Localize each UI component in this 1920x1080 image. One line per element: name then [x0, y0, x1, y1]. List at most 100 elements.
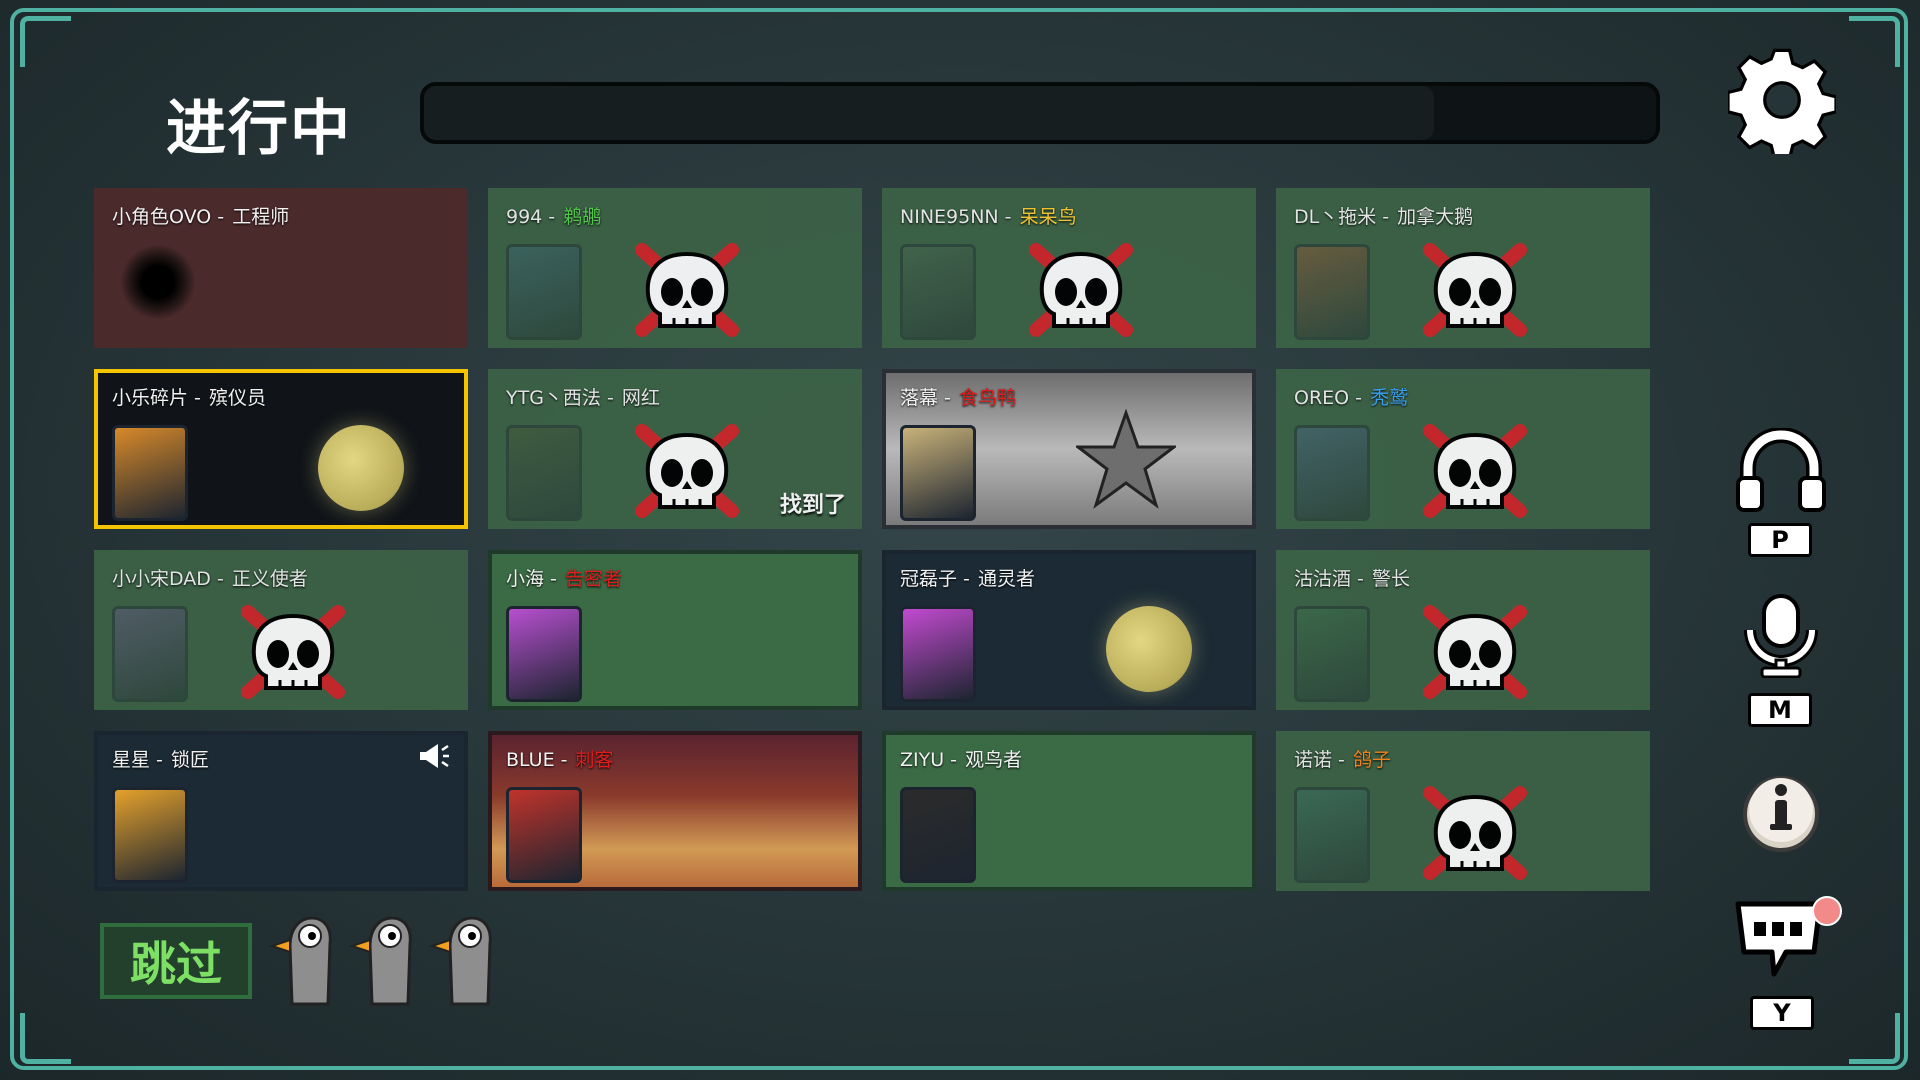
player-name: YTG丶西法 — [506, 387, 601, 409]
player-name-line: ZIYU - 观鸟者 — [900, 745, 1022, 772]
player-name: 小角色OVO — [112, 206, 212, 228]
player-name-line: 994 - 鹈鹕 — [506, 202, 601, 229]
player-card[interactable]: 星星 - 锁匠 — [94, 731, 468, 891]
player-avatar — [1294, 787, 1370, 883]
player-name-line: 诺诺 - 鸽子 — [1294, 745, 1391, 772]
player-avatar — [506, 425, 582, 521]
name-separator: - — [554, 749, 574, 771]
headphones-icon[interactable] — [1736, 428, 1826, 512]
player-name: 994 — [506, 206, 543, 228]
chat-key: Y — [1750, 996, 1814, 1030]
frame-corner — [20, 1013, 71, 1064]
player-name-line: 小海 - 告密者 — [506, 564, 622, 591]
dead-skull-icon — [635, 243, 739, 337]
player-avatar — [506, 787, 582, 883]
player-name-line: DL丶拖米 - 加拿大鹅 — [1294, 202, 1473, 229]
player-role: 告密者 — [564, 568, 622, 590]
dead-skull-icon — [635, 424, 739, 518]
star-icon — [1076, 409, 1176, 509]
player-role: 观鸟者 — [965, 749, 1023, 771]
microphone-icon[interactable] — [1738, 594, 1824, 678]
player-role: 加拿大鹅 — [1397, 206, 1474, 228]
phase-title: 进行中 — [166, 94, 352, 164]
voting-timer-fill — [424, 86, 1435, 140]
player-card[interactable]: BLUE - 刺客 — [488, 731, 862, 891]
player-avatar — [1294, 606, 1370, 702]
player-name-line: 星星 - 锁匠 — [112, 745, 209, 772]
player-card[interactable]: ZIYU - 观鸟者 — [882, 731, 1256, 891]
player-name: 冠磊子 — [900, 568, 958, 590]
dead-skull-icon — [1423, 243, 1527, 337]
player-role: 警长 — [1371, 568, 1410, 590]
player-card[interactable]: 落幕 - 食鸟鸭 — [882, 369, 1256, 529]
player-role: 通灵者 — [977, 568, 1035, 590]
player-name-line: 落幕 - 食鸟鸭 — [900, 383, 1016, 410]
player-card[interactable]: YTG丶西法 - 网红找到了 — [488, 369, 862, 529]
player-role: 工程师 — [232, 206, 290, 228]
player-role: 秃鹫 — [1370, 387, 1409, 409]
player-card[interactable]: 小小宋DAD - 正义使者 — [94, 550, 468, 710]
player-name: 星星 — [112, 749, 151, 771]
player-avatar — [112, 425, 188, 521]
player-name-line: 小乐碎片 - 殡仪员 — [112, 383, 266, 410]
moon-icon — [318, 425, 404, 511]
player-role: 正义使者 — [231, 568, 308, 590]
player-name: 小海 — [506, 568, 545, 590]
player-card[interactable]: 小角色OVO - 工程师 — [94, 188, 468, 348]
player-card[interactable]: NINE95NN - 呆呆鸟 — [882, 188, 1256, 348]
skip-vote-goose-icon — [348, 916, 412, 1006]
player-name: 诺诺 — [1294, 749, 1333, 771]
player-name: DL丶拖米 — [1294, 206, 1377, 228]
player-role: 殡仪员 — [208, 387, 266, 409]
name-separator: - — [211, 206, 231, 228]
player-avatar — [1294, 425, 1370, 521]
frame-corner — [1849, 1013, 1900, 1064]
speaking-megaphone-icon — [420, 744, 449, 768]
player-role: 呆呆鸟 — [1019, 206, 1077, 228]
name-separator: - — [1351, 568, 1370, 590]
player-card[interactable]: 994 - 鹈鹕 — [488, 188, 862, 348]
dead-skull-icon — [241, 605, 345, 699]
player-role: 食鸟鸭 — [958, 387, 1016, 409]
frame-corner — [1849, 16, 1900, 67]
name-separator: - — [1349, 387, 1369, 409]
player-card[interactable]: 小乐碎片 - 殡仪员 — [94, 369, 468, 529]
skip-vote-goose-icon — [428, 916, 492, 1006]
name-separator: - — [957, 568, 976, 590]
player-card[interactable]: 冠磊子 - 通灵者 — [882, 550, 1256, 710]
player-role: 鹈鹕 — [563, 206, 602, 228]
player-avatar — [900, 606, 976, 702]
found-label: 找到了 — [779, 493, 846, 518]
player-name-line: 冠磊子 - 通灵者 — [900, 564, 1035, 591]
frame-corner — [20, 16, 71, 67]
name-separator: - — [210, 568, 230, 590]
settings-gear-icon[interactable] — [1728, 46, 1836, 154]
player-name: BLUE — [506, 749, 555, 771]
player-name: 沽沽酒 — [1294, 568, 1352, 590]
info-icon[interactable] — [1740, 770, 1822, 852]
name-separator: - — [150, 749, 169, 771]
name-separator: - — [1332, 749, 1351, 771]
player-avatar — [900, 425, 976, 521]
player-card[interactable]: 小海 - 告密者 — [488, 550, 862, 710]
dead-skull-icon — [1029, 243, 1133, 337]
player-name: ZIYU — [900, 749, 945, 771]
skip-vote-button[interactable]: 跳过 — [100, 923, 252, 999]
player-card[interactable]: 沽沽酒 - 警长 — [1276, 550, 1650, 710]
name-separator: - — [938, 387, 957, 409]
player-name-line: OREO - 秃鹫 — [1294, 383, 1408, 410]
player-name-line: YTG丶西法 - 网红 — [506, 383, 660, 410]
player-card[interactable]: DL丶拖米 - 加拿大鹅 — [1276, 188, 1650, 348]
name-separator: - — [544, 568, 563, 590]
player-name: NINE95NN — [900, 206, 999, 228]
player-card[interactable]: 诺诺 - 鸽子 — [1276, 731, 1650, 891]
dead-skull-icon — [1423, 605, 1527, 699]
skip-vote-goose-icon — [268, 916, 332, 1006]
dead-skull-icon — [1423, 424, 1527, 518]
player-avatar — [1294, 244, 1370, 340]
player-name-line: 沽沽酒 - 警长 — [1294, 564, 1410, 591]
name-separator: - — [188, 387, 207, 409]
player-role: 鸽子 — [1352, 749, 1391, 771]
player-name-line: 小小宋DAD - 正义使者 — [112, 564, 308, 591]
player-card[interactable]: OREO - 秃鹫 — [1276, 369, 1650, 529]
